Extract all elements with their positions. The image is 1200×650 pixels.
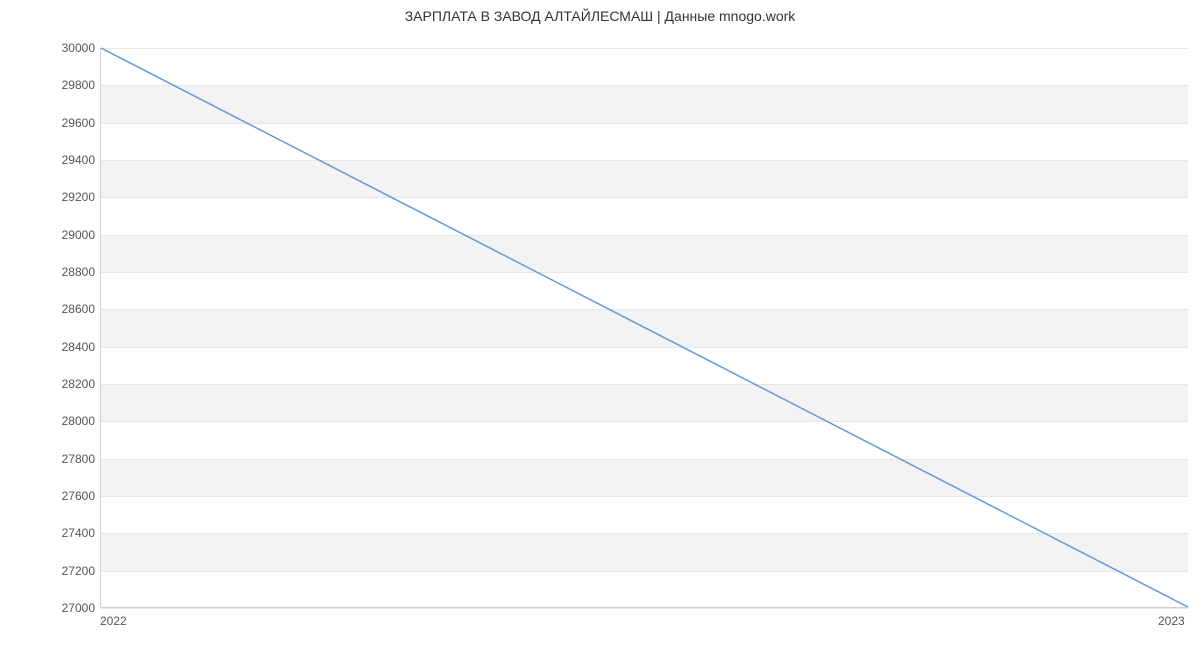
y-tick-label: 27600: [35, 489, 95, 503]
series-line: [101, 48, 1188, 607]
plot-area: [100, 48, 1188, 608]
y-tick-label: 28800: [35, 265, 95, 279]
y-tick-label: 29600: [35, 116, 95, 130]
y-tick-label: 27000: [35, 601, 95, 615]
x-tick-label: 2023: [1158, 614, 1185, 628]
y-tick-label: 27400: [35, 526, 95, 540]
grid-line: [101, 608, 1188, 609]
chart-container: ЗАРПЛАТА В ЗАВОД АЛТАЙЛЕСМАШ | Данные mn…: [0, 0, 1200, 650]
chart-title: ЗАРПЛАТА В ЗАВОД АЛТАЙЛЕСМАШ | Данные mn…: [0, 8, 1200, 24]
y-tick-label: 29200: [35, 190, 95, 204]
x-tick-label: 2022: [100, 614, 127, 628]
y-tick-label: 28600: [35, 302, 95, 316]
y-tick-label: 27200: [35, 564, 95, 578]
y-tick-label: 28200: [35, 377, 95, 391]
y-tick-label: 28400: [35, 340, 95, 354]
line-layer: [101, 48, 1188, 607]
y-tick-label: 29800: [35, 78, 95, 92]
y-tick-label: 30000: [35, 41, 95, 55]
y-tick-label: 28000: [35, 414, 95, 428]
y-tick-label: 29400: [35, 153, 95, 167]
y-tick-label: 29000: [35, 228, 95, 242]
y-tick-label: 27800: [35, 452, 95, 466]
